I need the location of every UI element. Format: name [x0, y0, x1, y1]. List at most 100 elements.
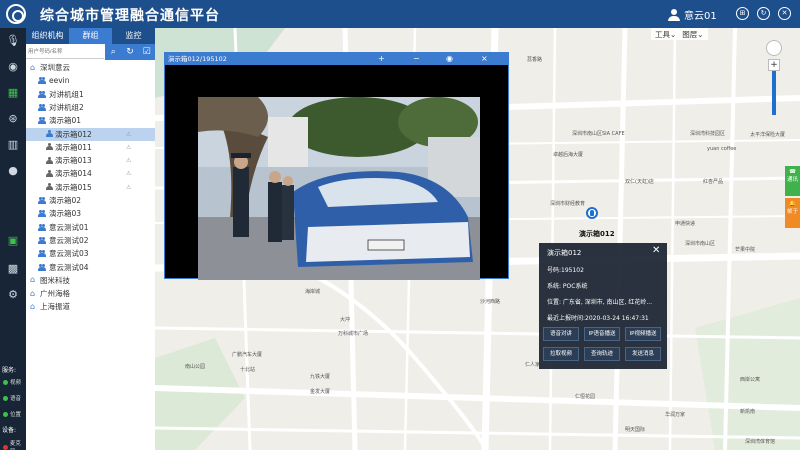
side-alert-button[interactable]: 🔔 帧于 — [785, 198, 800, 228]
map-place-label: 西岸公寓 — [740, 377, 761, 383]
map-place-label: 芒果中院 — [735, 247, 756, 253]
user-menu[interactable]: 意云01 — [668, 7, 717, 22]
tree-node-label: 演示箱03 — [49, 209, 82, 219]
qrcode-icon[interactable]: ▩ — [6, 262, 20, 276]
map-place-label: 大冲 — [340, 317, 351, 323]
video-close-button[interactable]: × — [481, 53, 488, 65]
refresh-icon[interactable]: ↻ — [125, 47, 135, 57]
user-icon — [46, 169, 53, 178]
map-icon[interactable]: ▦ — [6, 86, 20, 100]
map-place-label: 深圳市南山区 — [685, 241, 716, 247]
message-icon[interactable]: ● — [6, 164, 20, 178]
tree-node[interactable]: 意云测试02 — [26, 234, 155, 247]
map-place-label: 十北站 — [240, 367, 256, 373]
tree-node[interactable]: 演示箱013 ⚠ — [26, 154, 155, 167]
app-title: 综合城市管理融合通信平台 — [40, 8, 220, 24]
map-place-label: 荔香路 — [527, 57, 543, 63]
close-icon[interactable]: ✕ — [778, 7, 791, 20]
tree-node[interactable]: ⌂ 广州海格 — [26, 287, 155, 300]
zoom-in-button[interactable]: + — [768, 59, 780, 71]
map-place-label: 双仁(天虹)店 — [625, 179, 654, 185]
warning-icon: ⚠ — [126, 183, 132, 191]
video-record-button[interactable]: ◉ — [446, 53, 453, 65]
service-voice: 语音 — [3, 394, 21, 402]
map-place-label: 明天国际 — [625, 427, 646, 433]
contacts-icon[interactable]: ▣ — [6, 234, 20, 248]
tree-node-label: 意云测试04 — [49, 262, 89, 272]
zoom-slider[interactable] — [772, 71, 776, 115]
tree-node[interactable]: 演示箱011 ⚠ — [26, 141, 155, 154]
video-titlebar[interactable]: 演示箱012/195102 + − ◉ × — [165, 53, 508, 65]
tree-node[interactable]: 意云测试03 — [26, 247, 155, 260]
ip-video-broadcast-button[interactable]: IP视频播送 — [625, 327, 661, 341]
tree-node[interactable]: ⌂ 深圳意云 — [26, 61, 155, 74]
search-input[interactable] — [26, 45, 104, 59]
tools-menu[interactable]: 工具⌄ — [655, 29, 676, 39]
tree-node[interactable]: 演示箱02 — [26, 194, 155, 207]
video-minimize-button[interactable]: − — [413, 53, 420, 65]
tree-node-label: 意云测试02 — [49, 235, 89, 245]
tree-node[interactable]: 意云测试01 — [26, 221, 155, 234]
warning-icon: ⚠ — [126, 143, 132, 151]
user-name: 意云01 — [684, 11, 717, 22]
map-place-label: 华润万家 — [665, 412, 686, 418]
tab-groups[interactable]: 群组 — [69, 28, 112, 44]
tree-node[interactable]: 演示箱03 — [26, 207, 155, 220]
voice-talk-button[interactable]: 语音对讲 — [543, 327, 579, 341]
group-icon — [38, 236, 47, 244]
microphone-icon[interactable]: 🎙 — [6, 34, 20, 48]
popup-report-time: 最近上报时间:2020-03-24 16:47:31 — [547, 315, 649, 322]
tree-node[interactable]: 演示箱012 ⚠ — [26, 127, 155, 141]
video-maximize-button[interactable]: + — [378, 53, 385, 65]
user-icon — [668, 8, 680, 21]
tree-node[interactable]: 意云测试04 — [26, 261, 155, 274]
tree-node-label: 演示箱02 — [49, 196, 82, 205]
popup-system: 系统: POC系统 — [547, 283, 588, 290]
refresh-icon[interactable]: ↻ — [757, 7, 770, 20]
query-track-button[interactable]: 查询轨迹 — [584, 347, 620, 361]
map-toolbar: 工具⌄ 图层⌄ — [651, 28, 708, 40]
ip-voice-broadcast-button[interactable]: IP语音播送 — [584, 327, 620, 341]
app-header: 综合城市管理融合通信平台 意云01 ⊞ ↻ ✕ — [0, 0, 800, 28]
device-location-marker[interactable] — [586, 207, 598, 219]
org-panel: 组织机构 群组 监控 ⌕ ↻ ☑ ⌂ 深圳意云 eevin 对讲机组1 对讲机组2 演示箱… — [26, 28, 155, 450]
tree-node[interactable]: 演示箱014 ⚠ — [26, 167, 155, 180]
tree-node-label: 对讲机组2 — [49, 102, 84, 112]
search-icon[interactable]: ⌕ — [108, 47, 118, 57]
layers-menu[interactable]: 图层⌄ — [682, 29, 703, 39]
video-window: 演示箱012/195102 + − ◉ × — [164, 52, 509, 280]
checkbox-icon[interactable]: ☑ — [142, 47, 152, 57]
tab-monitor[interactable]: 监控 — [112, 28, 155, 44]
tree-node-label: 演示箱011 — [55, 142, 92, 152]
tree-node[interactable]: eevin — [26, 74, 155, 87]
pull-video-button[interactable]: 拉取视频 — [543, 347, 579, 361]
map-place-label: 深圳市南山区SIA CAFE — [572, 131, 625, 137]
tree-node[interactable]: 演示箱015 ⚠ — [26, 181, 155, 194]
left-icon-bar: 🎙 ◉ ▦ ⊛ ▥ ● ▣ ▩ ⚙ 服务: 视频 语音 位置 设备: 麦克风 — [0, 28, 26, 450]
grid-icon[interactable]: ⊞ — [736, 7, 749, 20]
settings-gear-icon[interactable]: ⚙ — [6, 288, 20, 302]
popup-close-icon[interactable]: ✕ — [652, 245, 660, 256]
search-tools: ⌕ ↻ ☑ — [105, 44, 155, 60]
send-message-button[interactable]: 发送消息 — [625, 347, 661, 361]
tree-node[interactable]: 对讲机组2 — [26, 101, 155, 114]
service-location: 位置 — [3, 410, 21, 418]
tree-node[interactable]: ⌂ 上海振道 — [26, 300, 155, 313]
tree-node-label: 深圳意云 — [40, 63, 70, 72]
camera-icon[interactable]: ◉ — [6, 60, 20, 74]
chart-icon[interactable]: ▥ — [6, 138, 20, 152]
map-place-label: 仁恒花园 — [575, 394, 596, 400]
tree-node[interactable]: ⌂ 图米科技 — [26, 274, 155, 287]
side-contact-button[interactable]: ☎ 通讯 — [785, 166, 800, 196]
tab-organization[interactable]: 组织机构 — [26, 28, 69, 44]
home-icon: ⌂ — [30, 62, 36, 72]
tree-node[interactable]: 演示箱01 — [26, 114, 155, 127]
user-icon — [46, 156, 53, 165]
tree-node[interactable]: 对讲机组1 — [26, 88, 155, 101]
user-icon — [46, 143, 53, 151]
tree-node-label: 图米科技 — [40, 275, 70, 285]
warning-icon: ⚠ — [126, 130, 132, 138]
compass-icon[interactable] — [766, 40, 782, 56]
location-icon[interactable]: ⊛ — [6, 112, 20, 126]
popup-number: 号码:195102 — [547, 267, 584, 274]
